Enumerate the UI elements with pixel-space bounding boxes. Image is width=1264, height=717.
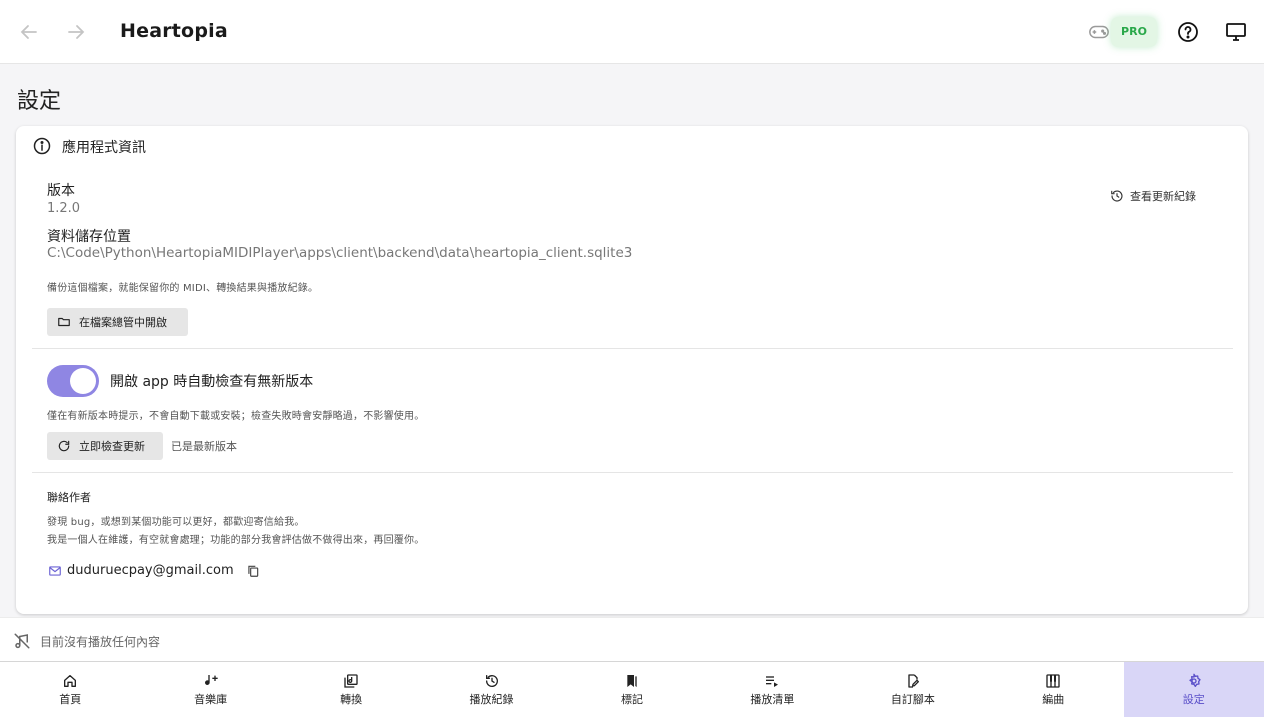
contact-line-2: 我是一個人在維護，有空就會處理；功能的部分我會評估做不做得出來，再回覆你。 [47,535,425,546]
email-icon [48,564,62,578]
nav-item-history[interactable]: 播放紀錄 [421,662,561,717]
update-log-label: 查看更新紀錄 [1130,190,1196,203]
nav-item-settings[interactable]: 設定 [1123,662,1264,717]
pro-badge[interactable]: PRO [1111,17,1157,47]
monitor-icon[interactable] [1224,20,1248,44]
contact-title: 聯絡作者 [47,491,91,504]
nav-item-bookmark[interactable]: 標記 [562,662,702,717]
contact-email[interactable]: duduruecpay@gmail.com [67,563,234,578]
toggle-knob [70,368,96,394]
update-log-link[interactable]: 查看更新紀錄 [1110,187,1196,205]
app-title: Heartopia [120,20,228,42]
settings-icon [1186,673,1202,689]
now-playing-text: 目前沒有播放任何內容 [40,635,161,649]
gamepad-icon[interactable] [1088,22,1110,42]
nav-item-home[interactable]: 首頁 [0,662,140,717]
script-icon [905,673,921,689]
settings-card: 應用程式資訊 版本 1.2.0 查看更新紀錄 資料儲存位置 C:\Code\Py… [16,126,1248,614]
info-icon [32,136,52,156]
auto-update-label: 開啟 app 時自動檢查有無新版本 [110,374,314,390]
nav-label: 轉換 [340,692,363,706]
app-info-heading: 應用程式資訊 [62,140,146,156]
forward-arrow-icon[interactable] [64,20,88,44]
auto-update-note: 僅在有新版本時提示，不會自動下載或安裝；檢查失敗時會安靜略過，不影響使用。 [47,411,425,422]
open-folder-label: 在檔案總管中開啟 [79,316,167,329]
update-status: 已是最新版本 [171,440,237,453]
music-off-icon [13,632,31,650]
bottom-nav: 首頁 音樂庫 轉換 播放紀錄 標記 播放清單 自訂腳本 編曲 設定 [0,661,1264,717]
back-arrow-icon[interactable] [17,20,41,44]
history-icon [1110,189,1124,203]
page-title: 設定 [17,89,62,114]
nav-label: 自訂腳本 [890,692,935,706]
convert-icon [343,673,359,689]
piano-icon [1045,673,1061,689]
storage-path: C:\Code\Python\HeartopiaMIDIPlayer\apps\… [47,245,633,261]
help-icon[interactable] [1176,20,1200,44]
auto-update-toggle[interactable] [47,365,99,397]
divider [32,472,1233,473]
nav-label: 標記 [620,692,643,706]
refresh-icon [57,439,71,453]
music-library-icon [203,673,219,689]
nav-label: 播放清單 [750,692,795,706]
nav-label: 播放紀錄 [469,692,514,706]
history-icon [484,673,500,689]
check-update-label: 立即檢查更新 [79,440,145,453]
nav-item-arrange[interactable]: 編曲 [983,662,1123,717]
nav-item-music-library[interactable]: 音樂庫 [140,662,280,717]
open-folder-button[interactable]: 在檔案總管中開啟 [47,308,188,336]
version-value: 1.2.0 [47,201,81,216]
nav-label: 設定 [1182,692,1205,706]
folder-icon [57,315,71,329]
contact-line-1: 發現 bug，或想到某個功能可以更好，都歡迎寄信給我。 [47,517,305,528]
backup-note: 備份這個檔案，就能保留你的 MIDI、轉換結果與播放紀錄。 [47,283,319,294]
playlist-icon [764,673,780,689]
check-update-button[interactable]: 立即檢查更新 [47,432,163,460]
nav-label: 音樂庫 [194,692,228,706]
home-icon [62,673,78,689]
nav-item-convert[interactable]: 轉換 [281,662,421,717]
divider [32,348,1233,349]
bookmark-icon [624,673,640,689]
now-playing-bar: 目前沒有播放任何內容 [0,617,1264,661]
storage-label: 資料儲存位置 [47,229,131,245]
version-label: 版本 [47,183,75,199]
nav-item-script[interactable]: 自訂腳本 [843,662,983,717]
nav-label: 編曲 [1042,692,1065,706]
nav-item-playlist[interactable]: 播放清單 [702,662,842,717]
top-bar: Heartopia PRO [0,0,1264,64]
nav-label: 首頁 [59,692,82,706]
copy-icon[interactable] [246,564,260,578]
